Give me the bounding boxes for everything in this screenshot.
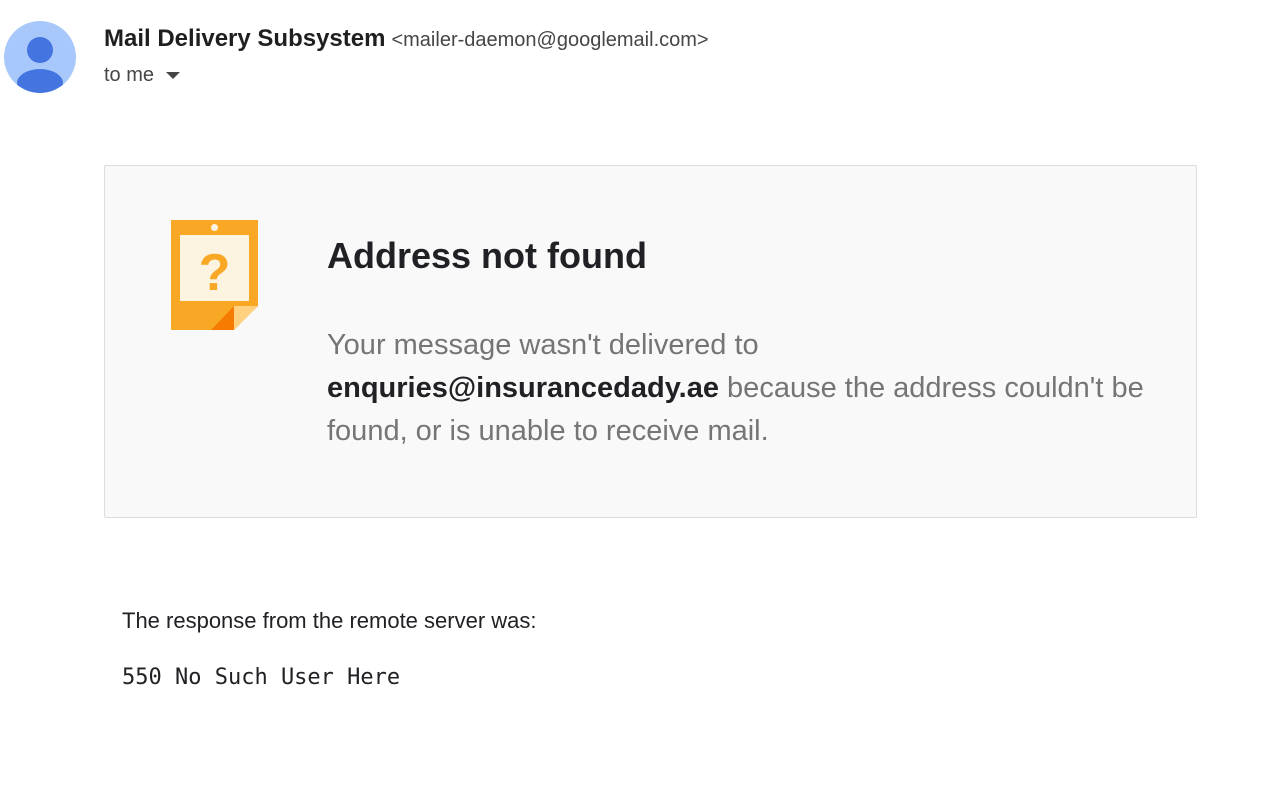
svg-text:?: ? [199, 244, 231, 302]
bounce-notice-card: ? Address not found Your message wasn't … [104, 165, 1197, 518]
sender-email: <mailer-daemon@googlemail.com> [391, 29, 709, 51]
person-icon [17, 37, 63, 93]
server-response-intro: The response from the remote server was: [122, 608, 537, 633]
card-title: Address not found [327, 235, 647, 276]
sender-avatar[interactable] [4, 21, 76, 93]
server-response-code: 550 No Such User Here [122, 665, 401, 690]
card-message: Your message wasn't delivered to enqurie… [327, 324, 1147, 453]
message-text-before: Your message wasn't delivered to [327, 329, 759, 361]
sender-name[interactable]: Mail Delivery Subsystem [104, 25, 385, 52]
question-note-icon: ? [171, 220, 258, 330]
recipient-details-toggle[interactable]: to me [104, 62, 181, 88]
recipient-address: enquries@insurancedady.ae [327, 372, 719, 404]
recipient-label: to me [104, 64, 155, 86]
caret-down-icon[interactable] [166, 71, 181, 79]
sender-line: Mail Delivery Subsystem <mailer-daemon@go… [104, 24, 709, 57]
